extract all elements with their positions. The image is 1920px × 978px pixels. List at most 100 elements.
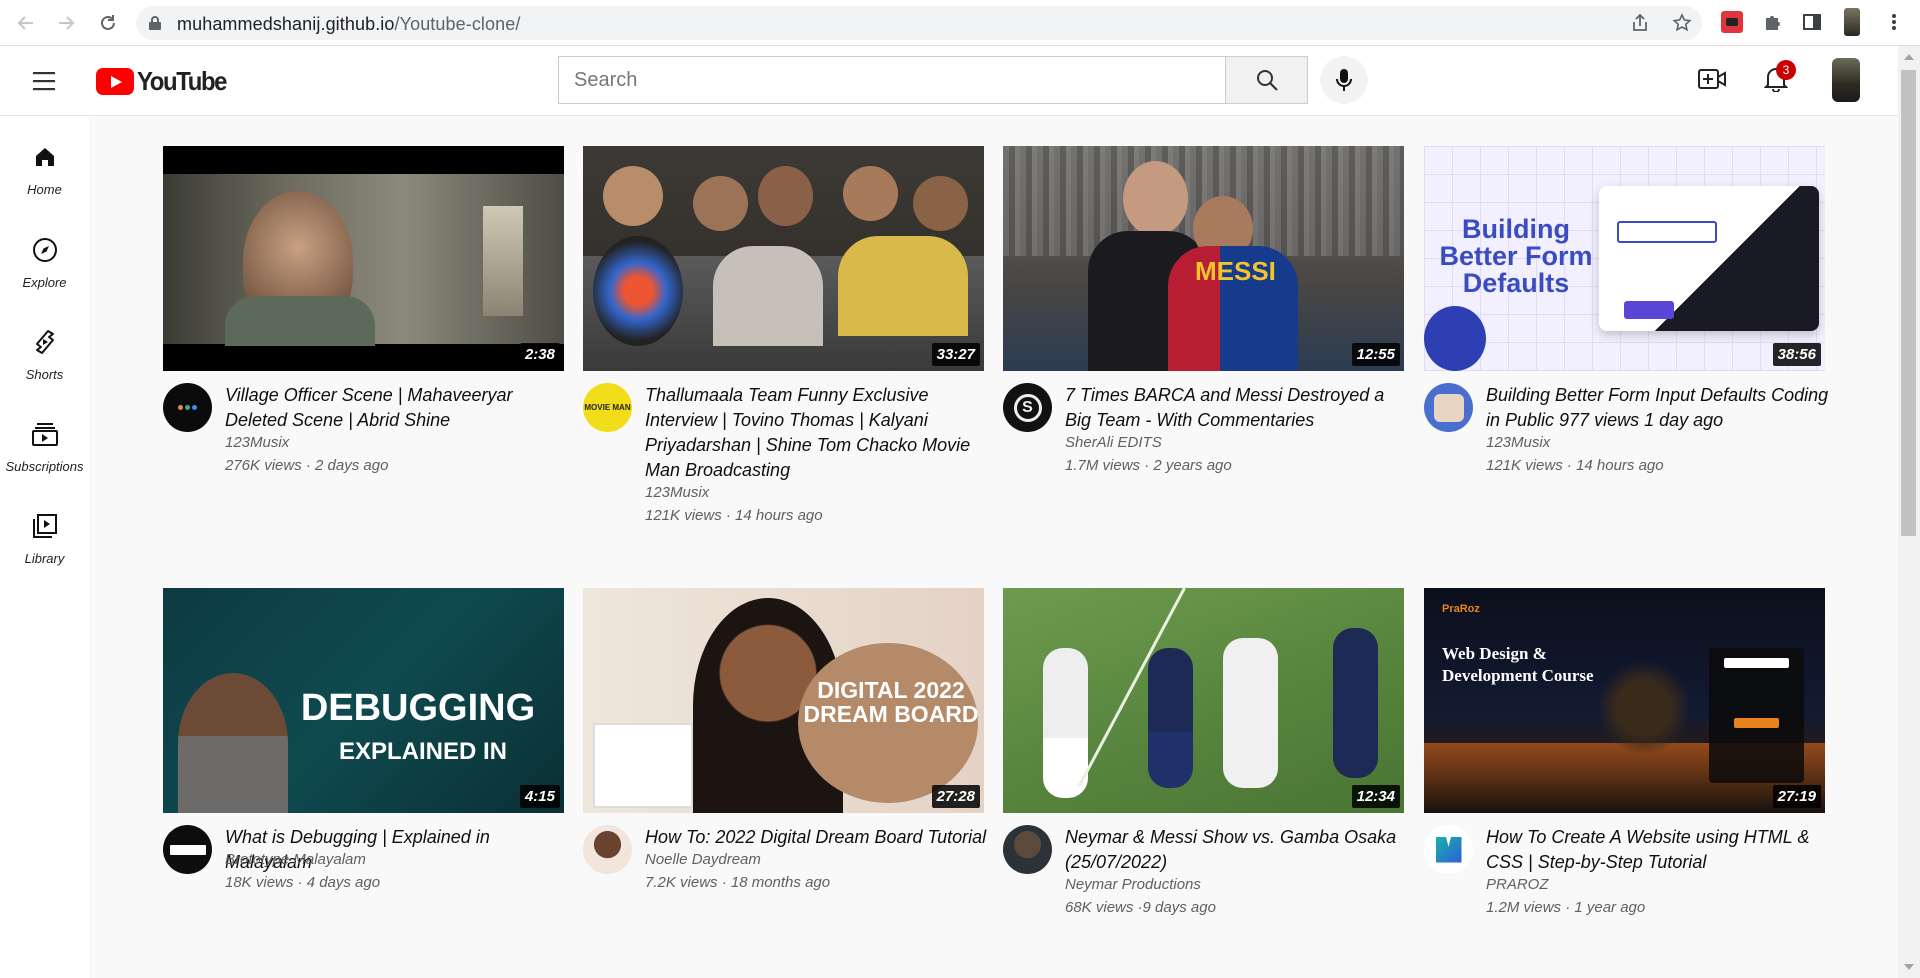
channel-avatar[interactable]: MOVIE MAN	[583, 383, 632, 432]
channel-name[interactable]: 123Musix	[1486, 434, 1550, 451]
forward-button[interactable]	[54, 11, 78, 35]
browser-toolbar: muhammedshanij.github.io/Youtube-clone/	[0, 0, 1920, 46]
channel-name[interactable]: Brototype Malayalam	[225, 851, 366, 868]
search-button[interactable]	[1225, 56, 1308, 104]
shorts-icon	[35, 330, 54, 354]
video-title[interactable]: Neymar & Messi Show vs. Gamba Osaka (25/…	[1065, 825, 1410, 875]
thumbnail-text: Web Design & Development Course	[1442, 644, 1594, 685]
video-thumbnail[interactable]: DIGITAL 2022 DREAM BOARD 27:28	[583, 588, 984, 813]
page-scrollbar[interactable]	[1898, 46, 1920, 978]
search-input[interactable]	[559, 57, 1225, 103]
video-card[interactable]: MESSI 12:55 S 7 Times BARCA and Messi De…	[1003, 146, 1404, 531]
video-stats: 1.7M views · 2 years ago	[1065, 457, 1232, 474]
voice-search-button[interactable]	[1320, 56, 1368, 104]
lock-icon[interactable]	[148, 15, 162, 31]
thumbnail-text: DEBUGGING	[300, 687, 536, 729]
video-title[interactable]: 7 Times BARCA and Messi Destroyed a Big …	[1065, 383, 1410, 433]
thumbnail-text: MESSI	[1195, 256, 1276, 286]
video-thumbnail[interactable]: Building Better Form Defaults 38:56	[1424, 146, 1825, 371]
sidebar-item-explore[interactable]: Explore	[0, 233, 89, 290]
extensions-puzzle-icon[interactable]	[1760, 10, 1784, 34]
profile-avatar-small[interactable]	[1840, 8, 1864, 36]
video-card[interactable]: 12:34 Neymar & Messi Show vs. Gamba Osak…	[1003, 588, 1404, 973]
reload-icon	[101, 15, 115, 30]
share-icon[interactable]	[1630, 13, 1650, 33]
search-box[interactable]	[558, 56, 1226, 104]
channel-avatar[interactable]: S	[1003, 383, 1052, 432]
channel-name[interactable]: Noelle Daydream	[645, 851, 761, 868]
sidebar-item-shorts[interactable]: Shorts	[0, 325, 89, 382]
video-card[interactable]: Web Design & Development Course PraRoz 2…	[1424, 588, 1825, 973]
channel-name[interactable]: SherAli EDITS	[1065, 434, 1162, 451]
home-icon	[35, 148, 54, 166]
video-duration: 12:55	[1351, 343, 1400, 366]
channel-avatar[interactable]	[583, 825, 632, 874]
video-title[interactable]: How To Create A Website using HTML & CSS…	[1486, 825, 1831, 875]
thumbnail-text: Building Better Form Defaults	[1439, 214, 1593, 298]
video-title[interactable]: Thallumaala Team Funny Exclusive Intervi…	[645, 383, 990, 483]
youtube-logo[interactable]: YouTube	[96, 66, 234, 97]
video-card[interactable]: Building Better Form Defaults 38:56 Buil…	[1424, 146, 1828, 531]
back-button[interactable]	[14, 11, 38, 35]
video-title[interactable]: Building Better Form Input Defaults Codi…	[1486, 383, 1831, 433]
channel-avatar[interactable]	[163, 383, 212, 432]
video-duration: 27:19	[1772, 785, 1821, 808]
video-thumbnail[interactable]: 33:27	[583, 146, 984, 371]
video-thumbnail[interactable]: MESSI 12:55	[1003, 146, 1404, 371]
scroll-up-arrow-icon[interactable]	[1904, 54, 1914, 60]
compass-icon	[32, 238, 57, 262]
video-card[interactable]: DIGITAL 2022 DREAM BOARD 27:28 How To: 2…	[583, 588, 986, 973]
address-bar[interactable]: muhammedshanij.github.io/Youtube-clone/	[136, 6, 1702, 40]
sidebar-item-label: Subscriptions	[5, 459, 84, 474]
channel-name[interactable]: PRAROZ	[1486, 876, 1549, 893]
url-text[interactable]: muhammedshanij.github.io/Youtube-clone/	[177, 14, 520, 35]
video-stats: 276K views · 2 days ago	[225, 457, 389, 474]
back-arrow-icon	[17, 16, 33, 30]
scroll-thumb[interactable]	[1901, 70, 1916, 536]
bookmark-star-icon[interactable]	[1672, 13, 1692, 33]
channel-avatar[interactable]	[1424, 825, 1473, 874]
channel-name[interactable]: 123Musix	[645, 484, 709, 501]
logo-text: YouTube	[137, 66, 227, 96]
side-panel-icon[interactable]	[1800, 10, 1824, 34]
video-duration: 38:56	[1772, 343, 1821, 366]
notification-badge: 3	[1776, 60, 1796, 80]
channel-avatar[interactable]	[1003, 825, 1052, 874]
channel-name[interactable]: 123Musix	[225, 434, 289, 451]
video-thumbnail[interactable]: Web Design & Development Course PraRoz 2…	[1424, 588, 1825, 813]
video-card[interactable]: DEBUGGING EXPLAINED IN 4:15 What is Debu…	[163, 588, 564, 973]
video-thumbnail[interactable]: 12:34	[1003, 588, 1404, 813]
user-avatar[interactable]	[1832, 58, 1860, 102]
sidebar-item-library[interactable]: Library	[0, 509, 89, 566]
video-camera-plus-icon	[1698, 69, 1726, 89]
video-card[interactable]: 33:27 MOVIE MAN Thallumaala Team Funny E…	[583, 146, 984, 531]
sidebar-item-home[interactable]: Home	[0, 140, 89, 197]
channel-avatar[interactable]	[1424, 383, 1473, 432]
video-card[interactable]: 2:38 Village Officer Scene | Mahaveeryar…	[163, 146, 564, 531]
browser-menu-icon[interactable]	[1882, 10, 1906, 34]
create-video-button[interactable]	[1698, 68, 1726, 95]
sidebar-item-subscriptions[interactable]: Subscriptions	[0, 417, 89, 474]
scroll-down-arrow-icon[interactable]	[1904, 964, 1914, 970]
video-thumbnail[interactable]: 2:38	[163, 146, 564, 371]
extension-red-icon[interactable]	[1720, 10, 1744, 34]
video-duration: 12:34	[1351, 785, 1400, 808]
video-stats: 18K views · 4 days ago	[225, 874, 381, 891]
channel-avatar[interactable]	[163, 825, 212, 874]
forward-arrow-icon	[59, 16, 75, 30]
youtube-play-icon	[96, 68, 134, 95]
reload-button[interactable]	[96, 11, 120, 35]
video-title[interactable]: How To: 2022 Digital Dream Board Tutoria…	[645, 825, 990, 850]
sidebar-item-label: Shorts	[25, 367, 64, 382]
video-duration: 4:15	[519, 785, 560, 808]
search-icon	[1256, 70, 1278, 91]
video-stats: 7.2K views · 18 months ago	[645, 874, 831, 891]
sidebar-item-label: Library	[24, 551, 65, 566]
thumbnail-text: DIGITAL 2022 DREAM BOARD	[803, 677, 979, 727]
video-thumbnail[interactable]: DEBUGGING EXPLAINED IN 4:15	[163, 588, 564, 813]
hamburger-menu-icon[interactable]	[32, 70, 58, 92]
video-title[interactable]: Village Officer Scene | Mahaveeryar Dele…	[225, 383, 570, 433]
video-stats: 1.2M views · 1 year ago	[1486, 899, 1646, 916]
channel-name[interactable]: Neymar Productions	[1065, 876, 1201, 893]
video-stats: 68K views ·9 days ago	[1065, 899, 1216, 916]
